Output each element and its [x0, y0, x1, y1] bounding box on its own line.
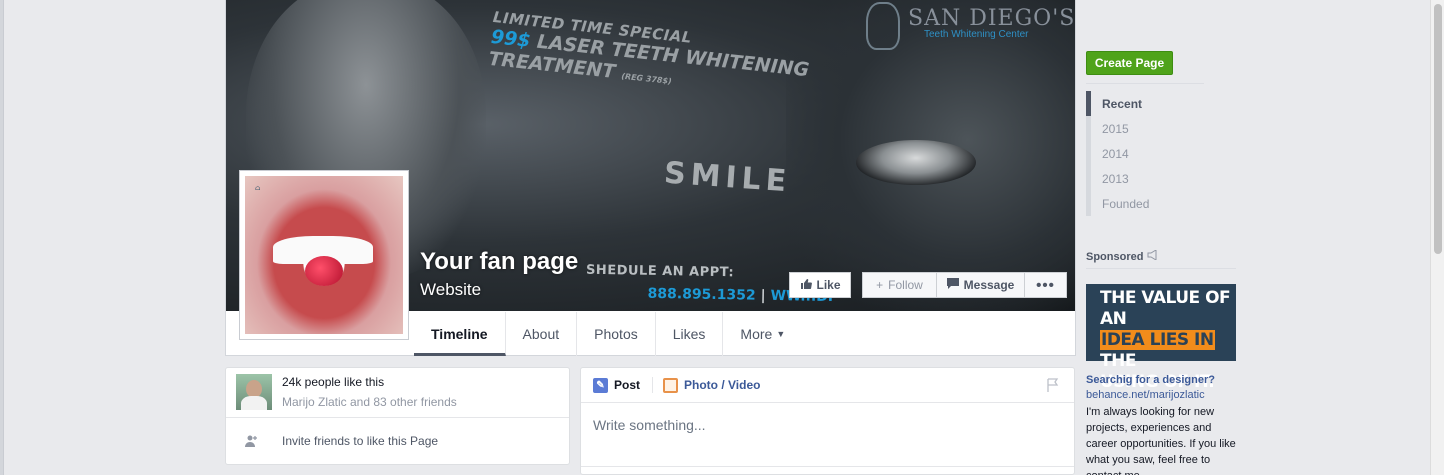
tab-photos[interactable]: Photos: [577, 312, 656, 356]
flag-icon[interactable]: [1046, 378, 1060, 392]
invite-person-icon: [244, 434, 258, 448]
tab-more-label: More: [740, 326, 773, 342]
follow-button-label: Follow: [888, 278, 923, 292]
likes-count[interactable]: 24k people like this: [282, 375, 384, 389]
composer-tab-photo-video[interactable]: Photo / Video: [663, 377, 772, 393]
composer-tab-post-label: Post: [614, 378, 641, 392]
cover-smile-image: [856, 140, 976, 185]
page-category[interactable]: Website: [420, 280, 481, 300]
cover-smile-text: SMILE: [662, 155, 793, 200]
cover-promo: LIMITED TIME SPECIAL 99$ LASER TEETH WHI…: [488, 8, 812, 103]
message-button[interactable]: Message: [937, 272, 1025, 298]
appointment-separator: |: [760, 287, 766, 304]
profile-picture[interactable]: ⌂: [239, 170, 409, 340]
promo-reg-price: (REG 378$): [620, 71, 673, 86]
year-nav-2015[interactable]: 2015: [1086, 116, 1206, 141]
page-title[interactable]: Your fan page: [420, 248, 578, 276]
year-nav-2013[interactable]: 2013: [1086, 166, 1206, 191]
post-composer: ✎ Post Photo / Video Write something...: [580, 367, 1075, 475]
message-button-label: Message: [963, 278, 1015, 292]
profile-logo-mark: ⌂: [255, 184, 261, 192]
timeline-years-nav: Recent 2015 2014 2013 Founded: [1086, 91, 1206, 216]
appointment-label: SHEDULE AN APPT:: [585, 262, 735, 281]
divider: [1086, 83, 1204, 84]
page-edge: [0, 0, 4, 475]
year-nav-recent[interactable]: Recent: [1086, 91, 1206, 116]
ad-body-text: I'm always looking for new projects, exp…: [1086, 406, 1236, 475]
scrollbar-thumb[interactable]: [1434, 4, 1442, 254]
brand-subtitle: Teeth Whitening Center: [924, 29, 1029, 40]
year-nav-2014[interactable]: 2014: [1086, 141, 1206, 166]
like-button[interactable]: Like: [789, 272, 851, 298]
likes-card: 24k people like this Marijo Zlatic and 8…: [225, 367, 570, 465]
divider: [226, 417, 569, 418]
create-page-button[interactable]: Create Page: [1086, 51, 1173, 75]
sponsored-header: Sponsored: [1086, 249, 1158, 263]
divider: [1086, 268, 1236, 269]
chat-bubble-icon: [946, 278, 959, 292]
tab-likes[interactable]: Likes: [656, 312, 724, 356]
ad-image-line-2-rest: THE: [1100, 351, 1136, 371]
composer-input[interactable]: Write something...: [593, 417, 706, 433]
composer-tab-photo-label: Photo / Video: [684, 378, 761, 392]
ad-url-link[interactable]: behance.net/marijozlatic: [1086, 389, 1205, 401]
plus-icon: +: [876, 278, 884, 292]
tab-more[interactable]: More ▼: [723, 312, 802, 356]
sponsored-label: Sponsored: [1086, 250, 1144, 263]
photo-icon: [663, 377, 679, 393]
avatar[interactable]: [236, 374, 272, 410]
tab-about[interactable]: About: [506, 312, 578, 356]
follow-button[interactable]: + Follow: [862, 272, 937, 298]
ad-image[interactable]: THE VALUE OF AN IDEA LIES IN THE USING O…: [1086, 284, 1236, 392]
profile-raspberry: [305, 256, 343, 286]
likes-friends[interactable]: Marijo Zlatic and 83 other friends: [282, 395, 457, 409]
avatar-body: [241, 396, 267, 410]
ad-title-link[interactable]: Searchig for a designer?: [1086, 374, 1215, 386]
more-options-button[interactable]: •••: [1025, 272, 1067, 298]
ad-image-highlight: IDEA LIES IN: [1100, 330, 1215, 350]
profile-image: ⌂: [245, 176, 403, 334]
like-button-label: Like: [816, 278, 841, 292]
year-nav-founded[interactable]: Founded: [1086, 191, 1206, 216]
scrollbar[interactable]: [1430, 0, 1444, 475]
thumbs-up-icon: [800, 278, 812, 293]
pencil-icon: ✎: [593, 377, 608, 393]
tab-timeline[interactable]: Timeline: [414, 312, 506, 356]
cover-action-buttons: Like + Follow Message •••: [789, 272, 1067, 298]
page-tabs: Timeline About Photos Likes More ▼: [414, 312, 802, 356]
divider: [581, 466, 1074, 467]
appointment-phone: 888.895.1352: [647, 285, 756, 304]
caret-down-icon: ▼: [776, 329, 786, 339]
ad-image-line-2: IDEA LIES IN THE: [1100, 330, 1236, 372]
tooth-logo-icon: [866, 2, 900, 50]
brand-name: SAN DIEGO'S: [908, 6, 1075, 31]
ad-image-line-1: THE VALUE OF AN: [1100, 288, 1231, 329]
composer-tab-post[interactable]: ✎ Post: [593, 377, 654, 393]
cover-appointment: SHEDULE AN APPT: 888.895.1352 | WW...DI: [585, 262, 833, 305]
megaphone-icon[interactable]: [1147, 249, 1158, 263]
composer-tabs: ✎ Post Photo / Video: [581, 368, 1074, 403]
invite-friends-link[interactable]: Invite friends to like this Page: [282, 434, 438, 448]
